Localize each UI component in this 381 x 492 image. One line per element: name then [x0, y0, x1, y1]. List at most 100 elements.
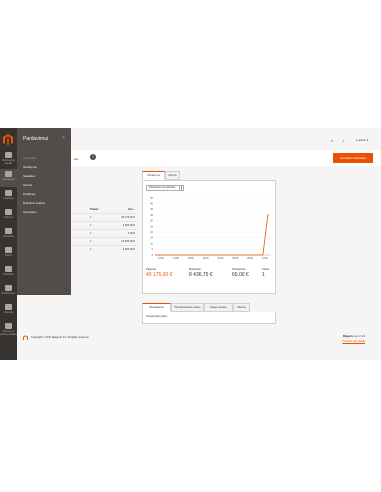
nav-item-5[interactable]: Turinys [0, 245, 17, 263]
y-tick-label: 45 [150, 203, 153, 206]
flyout-item[interactable]: Sąskaitos [23, 174, 35, 178]
x-tick-label: 06:00 [232, 257, 239, 260]
column-header-total: Viso [128, 208, 134, 211]
tab-amounts[interactable]: Sumos [165, 171, 180, 180]
flyout-item[interactable]: Mokėjimo sutartis [23, 201, 45, 205]
total-value: 40 175,00 € [146, 272, 173, 278]
reload-statistics-button[interactable]: Atnaujinti Statistiką [333, 153, 373, 163]
nav-item-3[interactable]: Klientai [0, 207, 17, 225]
dashboard-page: ⌕ ♪ ● admin ▾ …rtės ? Atnaujinti Statist… [71, 128, 381, 360]
grid-tab[interactable]: Populiariausios prekės [171, 303, 204, 312]
table-row[interactable]: 1 40 175,00 € [71, 213, 137, 220]
help-icon[interactable]: ? [90, 154, 96, 160]
close-icon[interactable]: × [62, 135, 65, 141]
nav-item-9[interactable]: Partnerių ir plėtinių paieška [0, 321, 17, 339]
version-info: Magento ver. 2.1.9 [343, 335, 365, 338]
sales-flyout-menu: Pardavimai × Operacijos Užsakymai Sąskait… [17, 128, 71, 295]
nav-item-label: Partnerių ir plėtinių paieška [0, 330, 17, 336]
y-tick-label: 30 [150, 220, 153, 223]
store-icon [5, 285, 12, 291]
magento-logo-icon[interactable] [3, 134, 13, 145]
flyout-item[interactable]: Užsakymai [23, 165, 37, 169]
total-cell: 40 175,00 € [121, 216, 135, 219]
y-tick-label: 40 [150, 208, 153, 211]
chart-panel: Paskutinės 24 valandos ▾ 0 5 10 15 20 25 30 35 4… [142, 180, 276, 294]
table-row[interactable]: 1 3 000,00 € [71, 245, 137, 252]
report-bug-link[interactable]: Pranešti apie klaidą [342, 340, 365, 343]
total-item: Kiekis 1 [262, 268, 269, 278]
bars-icon [5, 266, 12, 272]
y-tick-label: 20 [150, 231, 153, 234]
nav-item-4[interactable]: Rinkodara [0, 226, 17, 244]
total-value: 8 436,75 € [189, 272, 213, 278]
admin-window: Informacinis skydas Pardavimai Katalogas Kl… [0, 128, 381, 360]
nav-item-label: Klientai [4, 216, 13, 219]
total-label: Mokesčiai [189, 268, 201, 271]
x-tick-label: 18:00 [188, 257, 195, 260]
search-icon[interactable]: ⌕ [331, 138, 333, 143]
chevron-down-icon[interactable]: ▾ [179, 185, 184, 191]
dollar-icon [5, 171, 12, 177]
table-row[interactable]: 1 2,00 € [71, 229, 137, 236]
table-row[interactable]: 1 2 000,00 € [71, 221, 137, 228]
x-tick-label: 02:00 [217, 257, 224, 260]
flyout-title: Pardavimai [23, 136, 49, 142]
flyout-item[interactable]: Siuntos [23, 183, 32, 187]
x-tick-label: 10:00 [262, 257, 269, 260]
gear-icon [5, 304, 12, 310]
nav-item-label: Ataskaitos [2, 273, 15, 276]
nav-item-label: Turinys [4, 254, 13, 257]
x-tick-label: 08:00 [247, 257, 254, 260]
column-header-items: Prekės [90, 208, 99, 211]
grid-tab[interactable]: Klientai [233, 303, 250, 312]
nav-item-label: Informacinis skydas [2, 159, 15, 165]
table-row[interactable]: 1 15 000,00 € [71, 237, 137, 244]
admin-sidebar: Informacinis skydas Pardavimai Katalogas Kl… [0, 128, 17, 360]
items-cell: 1 [90, 232, 92, 235]
flyout-item[interactable]: Operacijos [23, 210, 36, 214]
user-menu[interactable]: ● admin ▾ [356, 138, 368, 142]
version-label: Magento [342, 335, 354, 338]
items-cell: 1 [90, 248, 92, 251]
total-cell: 3 000,00 € [122, 248, 135, 251]
version-number: ver. 2.1.9 [354, 335, 365, 338]
y-tick-label: 15 [150, 237, 153, 240]
total-cell: 15 000,00 € [121, 240, 135, 243]
grid-tab[interactable]: Naujos prekės [204, 303, 233, 312]
period-select[interactable]: Paskutinės 24 valandos [146, 185, 182, 191]
empty-message: Nerasta jokių įrašų. [146, 315, 168, 318]
y-tick-label: 35 [150, 214, 153, 217]
puzzle-icon [5, 323, 12, 329]
flyout-item[interactable]: Kreditinės [23, 192, 35, 196]
nav-item-1[interactable]: Pardavimai [0, 169, 17, 187]
bell-icon[interactable]: ♪ [342, 138, 344, 143]
items-cell: 1 [90, 224, 92, 227]
tab-orders[interactable]: Užsakymai [142, 171, 165, 180]
nav-item-2[interactable]: Katalogas [0, 188, 17, 206]
total-item: Mokesčiai 8 436,75 € [189, 268, 213, 278]
total-cell: 2,00 € [127, 232, 135, 235]
grid-panel: Nerasta jokių įrašų. [142, 312, 276, 324]
y-tick-label: 0 [152, 254, 154, 257]
y-tick-label: 5 [152, 248, 154, 251]
nav-item-label: Katalogas [3, 197, 14, 200]
scope-switcher[interactable]: …rtės [71, 157, 78, 161]
nav-item-8[interactable]: Sistema [0, 302, 17, 320]
x-tick-label: 22:00 [203, 257, 210, 260]
y-tick-label: 25 [150, 225, 153, 228]
total-item: Pajamos 40 175,00 € [146, 268, 172, 278]
orders-series-line [155, 213, 269, 256]
megaphone-icon [5, 228, 12, 234]
grid-tab[interactable]: Bestselleriai [142, 303, 171, 312]
total-label: Pristatymas [232, 268, 246, 271]
nav-item-6[interactable]: Ataskaitos [0, 264, 17, 282]
magento-logo-icon [23, 335, 28, 341]
chevron-down-icon: ▾ [366, 138, 369, 142]
nav-item-label: Rinkodara [3, 235, 14, 238]
person-icon [5, 209, 12, 215]
nav-item-7[interactable]: Parduotuvės [0, 283, 17, 301]
nav-item-0[interactable]: Informacinis skydas [0, 150, 17, 168]
orders-chart: 0 5 10 15 20 25 30 35 40 45 50 10:00 14:00 18:00 22:00… [150, 197, 271, 260]
items-cell: 1 [90, 240, 92, 243]
total-label: Kiekis [262, 268, 269, 271]
